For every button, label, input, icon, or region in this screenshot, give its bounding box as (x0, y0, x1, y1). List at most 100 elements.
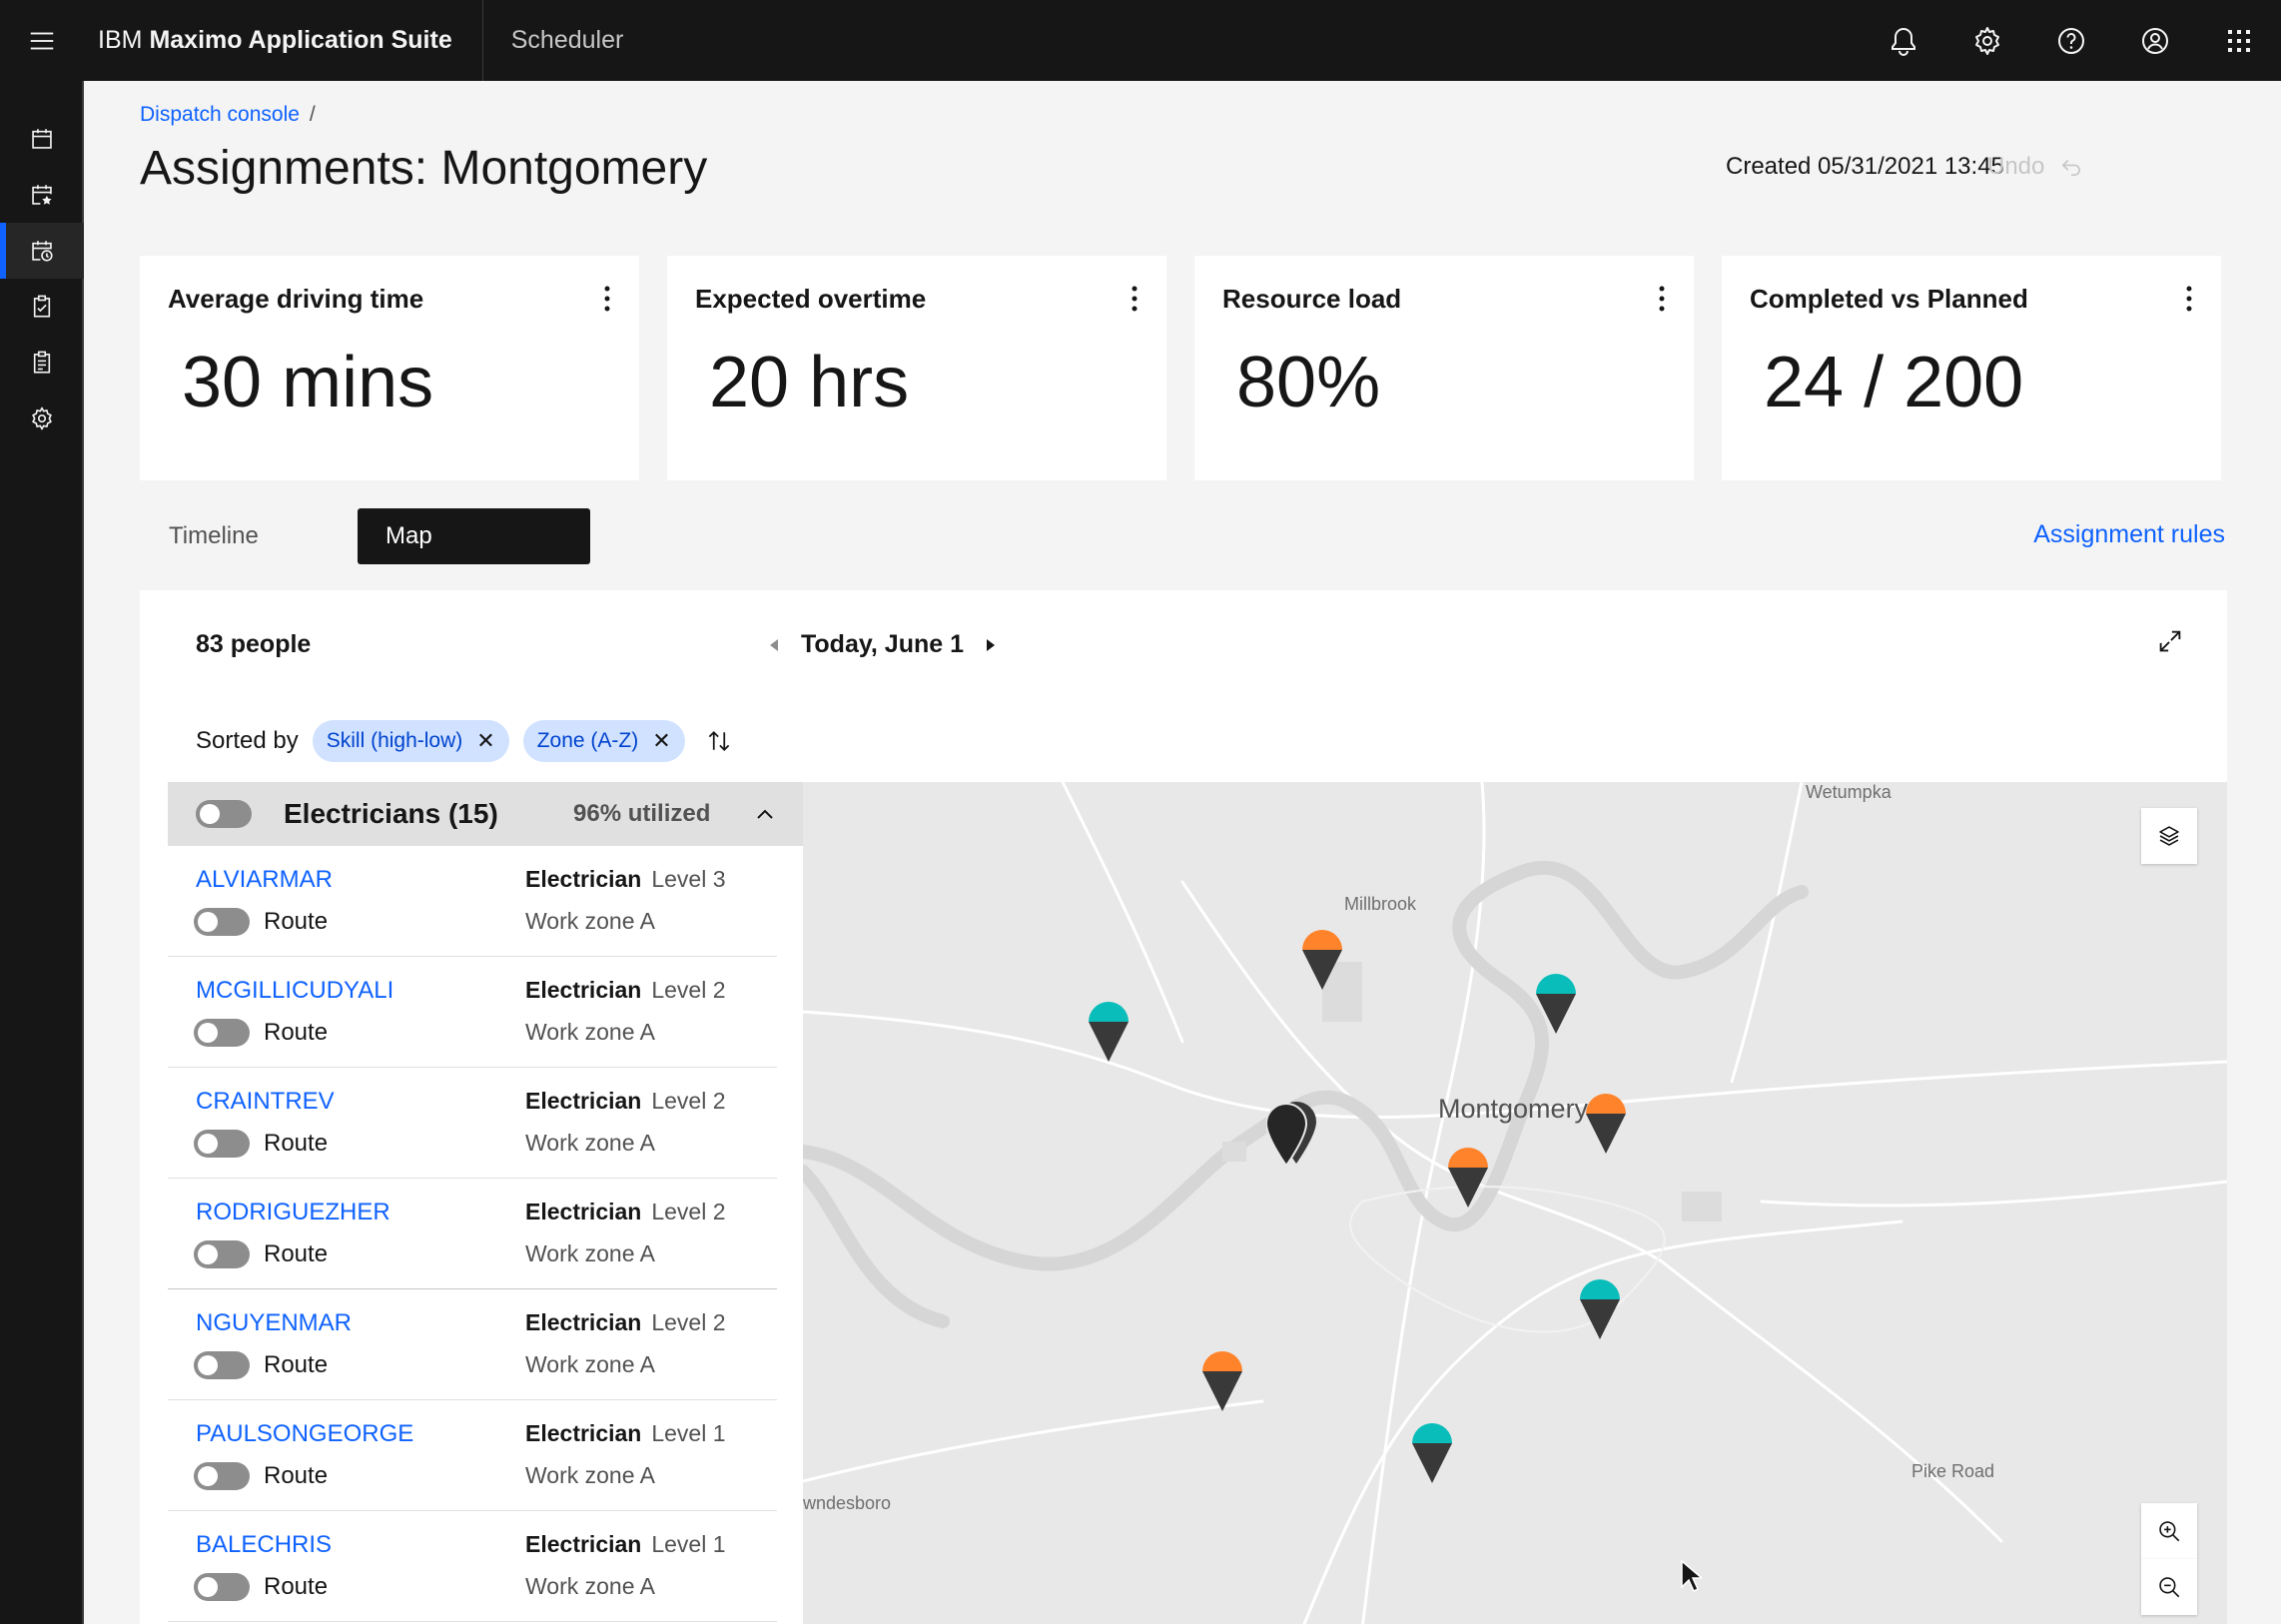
role-level: Level 3 (651, 866, 726, 892)
list-item: NGUYENMAR Route Electrician Level 2 Work … (168, 1289, 777, 1400)
overflow-menu-icon[interactable] (1658, 284, 1666, 314)
person-role: Electrician Level 2 (525, 1199, 726, 1225)
clipboard-check-icon[interactable] (0, 279, 84, 335)
person-name-link[interactable]: CRAINTREV (196, 1088, 335, 1116)
person-name-link[interactable]: BALECHRIS (196, 1531, 332, 1559)
map-pin-teal[interactable] (1087, 1000, 1131, 1064)
list-item: MCGILLICUDYALI Route Electrician Level 2 … (168, 957, 777, 1068)
map-pin-dark-cluster[interactable] (1266, 1098, 1326, 1168)
kpi-card-resource-load: Resource load 80% (1194, 256, 1694, 480)
route-toggle[interactable] (194, 1462, 250, 1490)
route-toggle[interactable] (194, 1019, 250, 1047)
app-switcher-icon[interactable] (2197, 0, 2281, 81)
kpi-card-overtime: Expected overtime 20 hrs (667, 256, 1166, 480)
route-label: Route (264, 1130, 329, 1157)
kpi-card-value: 30 mins (182, 343, 434, 422)
kpi-card-driving-time: Average driving time 30 mins (140, 256, 639, 480)
notification-bell-icon[interactable] (1862, 0, 1945, 81)
person-role: Electrician Level 2 (525, 977, 726, 1004)
sort-tag-skill[interactable]: Skill (high-low) ✕ (312, 720, 509, 762)
calendar-star-icon[interactable] (0, 167, 84, 223)
map-pin-orange[interactable] (1446, 1146, 1490, 1210)
person-role: Electrician Level 2 (525, 1088, 726, 1115)
calendar-icon[interactable] (0, 111, 84, 167)
header-actions (1862, 0, 2281, 81)
sort-bar: Sorted by Skill (high-low) ✕ Zone (A-Z) … (196, 720, 733, 762)
settings-gear-icon[interactable] (1945, 0, 2029, 81)
calendar-clock-icon[interactable] (0, 223, 84, 279)
date-navigator: Today, June 1 (767, 630, 998, 659)
route-toggle[interactable] (194, 908, 250, 936)
work-zone: Work zone A (525, 1019, 655, 1045)
person-name-link[interactable]: PAULSONGEORGE (196, 1420, 413, 1448)
brand-name: Maximo Application Suite (149, 26, 452, 54)
top-header: IBM Maximo Application Suite Scheduler (0, 0, 2281, 81)
route-toggle[interactable] (194, 1130, 250, 1158)
remove-tag-close-icon[interactable]: ✕ (476, 728, 494, 754)
group-header-electricians[interactable]: Electricians (15) 96% utilized (168, 782, 803, 846)
previous-day-icon[interactable] (767, 637, 781, 653)
undo-button[interactable]: Undo (1987, 153, 2084, 181)
undo-icon (2062, 159, 2081, 176)
route-toggle[interactable] (194, 1351, 250, 1379)
expand-fullscreen-icon[interactable] (2155, 626, 2185, 656)
product-name[interactable]: IBM Maximo Application Suite (84, 0, 483, 81)
list-item: PAULSONGEORGE Route Electrician Level 1 W… (168, 1400, 777, 1511)
group-toggle[interactable] (196, 800, 252, 828)
overflow-menu-icon[interactable] (1131, 284, 1139, 314)
map-pin-teal[interactable] (1578, 1277, 1622, 1341)
work-zone: Work zone A (525, 1130, 655, 1156)
route-label: Route (264, 1240, 329, 1267)
route-toggle[interactable] (194, 1573, 250, 1601)
kpi-card-value: 24 / 200 (1764, 343, 2024, 422)
sort-tag-zone[interactable]: Zone (A-Z) ✕ (522, 720, 685, 762)
person-name-link[interactable]: NGUYENMAR (196, 1309, 352, 1337)
people-list: ALVIARMAR Route Electrician Level 3 Work … (168, 846, 777, 1624)
zoom-in-button[interactable] (2141, 1503, 2197, 1559)
chevron-up-icon[interactable] (755, 804, 775, 824)
work-zone: Work zone A (525, 1240, 655, 1266)
map-pin-orange[interactable] (1200, 1349, 1244, 1413)
kpi-cards: Average driving time 30 mins Expected ov… (140, 256, 2221, 480)
person-role: Electrician Level 1 (525, 1420, 726, 1447)
clipboard-icon[interactable] (0, 335, 84, 391)
route-label: Route (264, 908, 329, 935)
map-label-wetumpka: Wetumpka (1806, 782, 1892, 802)
map-pin-orange[interactable] (1300, 928, 1344, 992)
layers-icon (2159, 826, 2179, 846)
overflow-menu-icon[interactable] (603, 284, 611, 314)
person-role: Electrician Level 1 (525, 1531, 726, 1558)
remove-tag-close-icon[interactable]: ✕ (652, 728, 670, 754)
tab-map[interactable]: Map (358, 508, 590, 564)
role-level: Level 2 (651, 977, 726, 1003)
sort-arrows-icon[interactable] (705, 727, 733, 755)
map-pin-teal[interactable] (1410, 1421, 1454, 1485)
map-pin-teal[interactable] (1534, 972, 1578, 1036)
side-navigation (0, 81, 84, 1624)
map-pin-orange[interactable] (1584, 1092, 1628, 1156)
route-toggle[interactable] (194, 1240, 250, 1268)
kpi-card-title: Completed vs Planned (1750, 284, 2028, 314)
rail-settings-icon[interactable] (0, 391, 84, 446)
route-label: Route (264, 1019, 329, 1046)
user-avatar-icon[interactable] (2113, 0, 2197, 81)
kpi-card-value: 80% (1236, 343, 1381, 422)
hamburger-menu-icon[interactable] (0, 0, 84, 81)
overflow-menu-icon[interactable] (2185, 284, 2193, 314)
route-label: Route (264, 1573, 329, 1600)
map-layers-button[interactable] (2141, 808, 2197, 864)
breadcrumb-dispatch-console-link[interactable]: Dispatch console (140, 103, 300, 127)
view-switcher: Timeline Map (140, 508, 590, 564)
assignment-rules-link[interactable]: Assignment rules (2033, 520, 2225, 549)
person-name-link[interactable]: MCGILLICUDYALI (196, 977, 393, 1005)
map-view[interactable]: Wetumpka Millbrook Montgomery Pike Road … (803, 782, 2227, 1624)
brand-prefix: IBM (98, 26, 143, 54)
zoom-out-button[interactable] (2141, 1559, 2197, 1615)
person-name-link[interactable]: ALVIARMAR (196, 866, 333, 894)
tab-timeline[interactable]: Timeline (140, 508, 358, 564)
person-name-link[interactable]: RODRIGUEZHER (196, 1199, 390, 1226)
help-icon[interactable] (2029, 0, 2113, 81)
next-day-icon[interactable] (984, 637, 998, 653)
group-title: Electricians (15) (284, 798, 498, 829)
map-label-pike-road: Pike Road (1911, 1461, 1995, 1481)
